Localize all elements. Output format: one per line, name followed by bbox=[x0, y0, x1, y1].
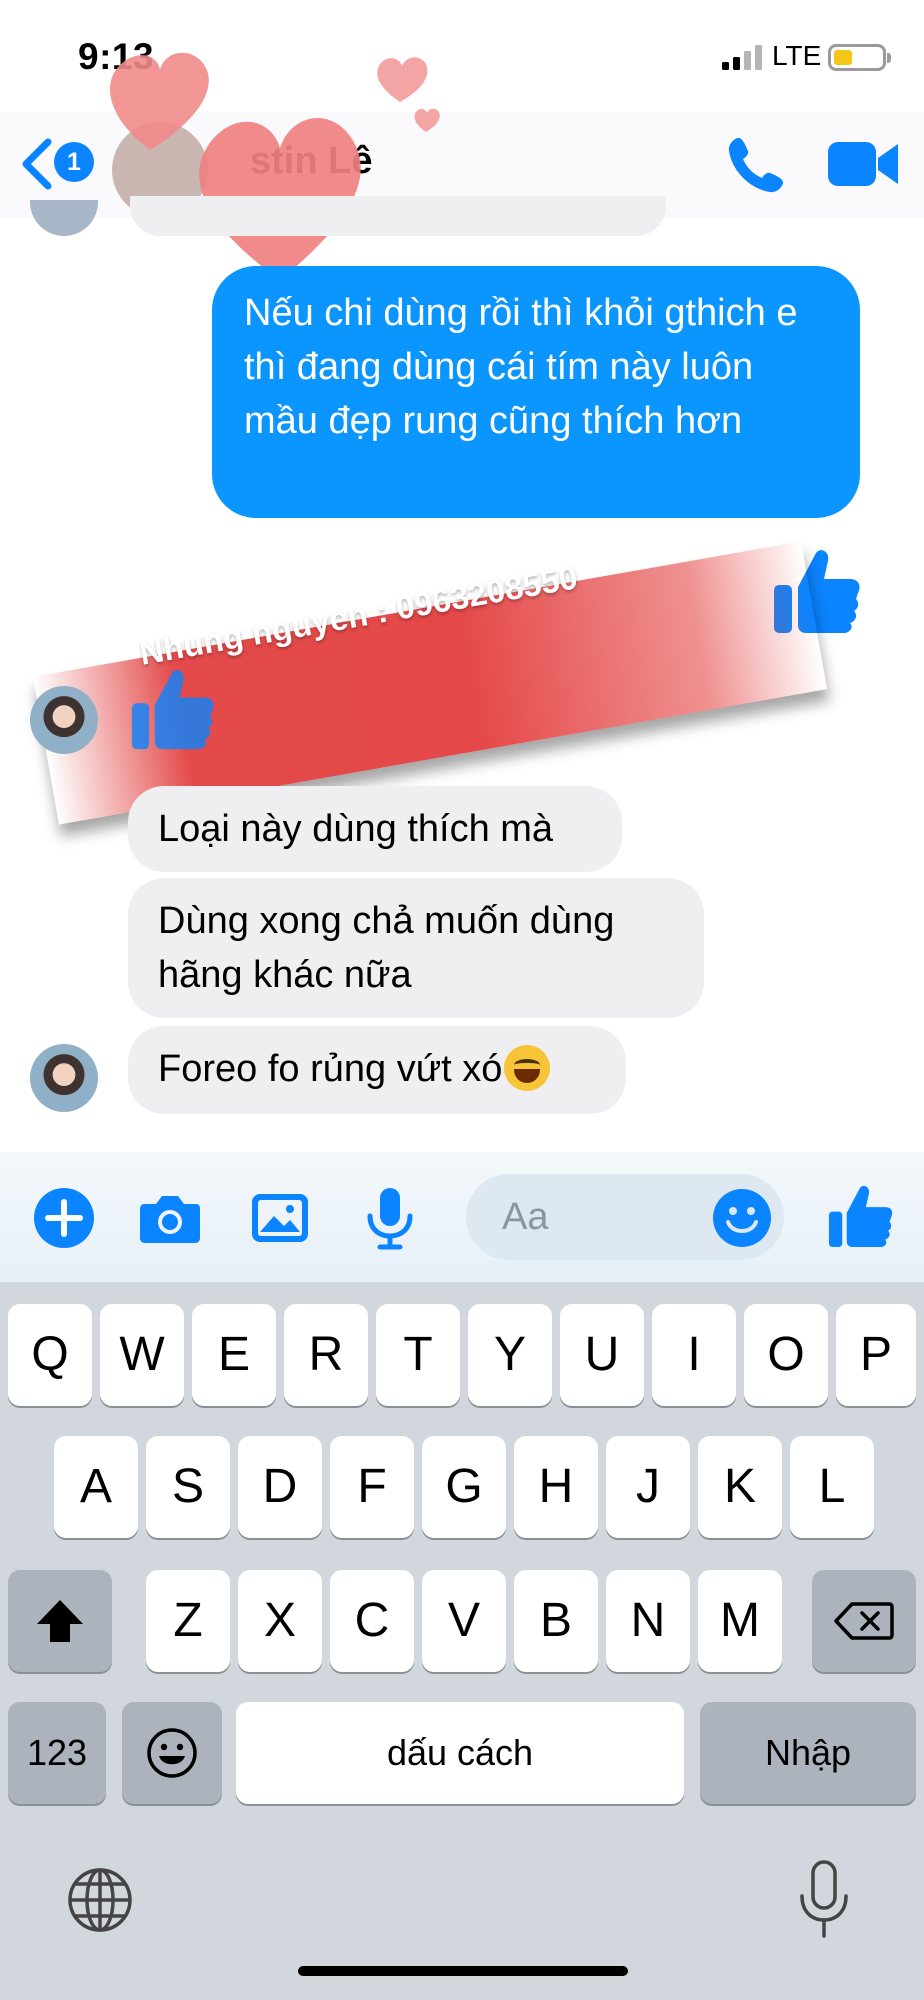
grinning-squinting-face-icon bbox=[504, 1044, 551, 1091]
globe-icon[interactable] bbox=[66, 1866, 134, 1934]
status-time: 9:13 bbox=[78, 36, 155, 77]
key-h[interactable]: H bbox=[514, 1436, 598, 1538]
emoji-icon bbox=[147, 1728, 197, 1778]
plus-icon[interactable] bbox=[32, 1186, 96, 1250]
home-indicator bbox=[298, 1966, 628, 1976]
message-bubble-incoming[interactable]: Loại này dùng thích mà bbox=[128, 786, 622, 872]
thumbs-up-icon[interactable] bbox=[826, 1182, 894, 1250]
key-c[interactable]: C bbox=[330, 1570, 414, 1672]
message-input-container[interactable] bbox=[466, 1174, 784, 1260]
dictation-microphone-icon[interactable] bbox=[796, 1860, 852, 1940]
unread-badge[interactable]: 1 bbox=[54, 142, 94, 182]
return-key[interactable]: Nhập bbox=[700, 1702, 916, 1804]
key-i[interactable]: I bbox=[652, 1304, 736, 1406]
network-type: LTE bbox=[772, 40, 822, 71]
key-e[interactable]: E bbox=[192, 1304, 276, 1406]
key-d[interactable]: D bbox=[238, 1436, 322, 1538]
key-p[interactable]: P bbox=[836, 1304, 916, 1406]
key-j[interactable]: J bbox=[606, 1436, 690, 1538]
photo-icon[interactable] bbox=[248, 1186, 312, 1250]
key-a[interactable]: A bbox=[54, 1436, 138, 1538]
delete-key[interactable] bbox=[812, 1570, 916, 1672]
key-s[interactable]: S bbox=[146, 1436, 230, 1538]
key-r[interactable]: R bbox=[284, 1304, 368, 1406]
key-b[interactable]: B bbox=[514, 1570, 598, 1672]
emoji-key[interactable] bbox=[122, 1702, 222, 1804]
key-x[interactable]: X bbox=[238, 1570, 322, 1672]
shift-key[interactable] bbox=[8, 1570, 112, 1672]
key-m[interactable]: M bbox=[698, 1570, 782, 1672]
key-k[interactable]: K bbox=[698, 1436, 782, 1538]
space-key[interactable]: dấu cách bbox=[236, 1702, 684, 1804]
message-bubble-outgoing[interactable]: Nếu chi dùng rồi thì khỏi gthich e thì đ… bbox=[212, 266, 860, 518]
contact-name[interactable]: stin Lê bbox=[250, 140, 372, 183]
phone-icon[interactable] bbox=[724, 134, 786, 196]
key-n[interactable]: N bbox=[606, 1570, 690, 1672]
message-text: Foreo fo rủng vứt xó bbox=[158, 1048, 503, 1090]
thumbs-up-icon bbox=[131, 670, 214, 750]
shift-icon bbox=[37, 1600, 83, 1642]
avatar bbox=[30, 200, 98, 236]
video-camera-icon[interactable] bbox=[826, 136, 900, 192]
key-u[interactable]: U bbox=[560, 1304, 644, 1406]
key-t[interactable]: T bbox=[376, 1304, 460, 1406]
key-f[interactable]: F bbox=[330, 1436, 414, 1538]
key-w[interactable]: W bbox=[100, 1304, 184, 1406]
camera-icon[interactable] bbox=[138, 1186, 202, 1250]
status-bar: 9:13 LTE bbox=[0, 0, 924, 112]
battery-icon bbox=[828, 44, 891, 71]
key-y[interactable]: Y bbox=[468, 1304, 552, 1406]
message-composer bbox=[0, 1152, 924, 1282]
message-bubble-incoming[interactable] bbox=[130, 196, 666, 236]
key-l[interactable]: L bbox=[790, 1436, 874, 1538]
avatar[interactable] bbox=[30, 1044, 98, 1112]
backspace-icon bbox=[834, 1602, 894, 1640]
key-g[interactable]: G bbox=[422, 1436, 506, 1538]
message-input[interactable] bbox=[502, 1174, 702, 1260]
microphone-icon[interactable] bbox=[358, 1186, 422, 1250]
key-q[interactable]: Q bbox=[8, 1304, 92, 1406]
numbers-key[interactable]: 123 bbox=[8, 1702, 106, 1804]
message-bubble-incoming[interactable]: Foreo fo rủng vứt xó bbox=[128, 1026, 626, 1114]
signal-icon bbox=[722, 45, 762, 70]
message-bubble-incoming[interactable]: Dùng xong chả muốn dùng hãng khác nữa bbox=[128, 878, 704, 1018]
key-v[interactable]: V bbox=[422, 1570, 506, 1672]
emoji-icon[interactable] bbox=[712, 1188, 772, 1248]
avatar[interactable] bbox=[30, 686, 98, 754]
key-o[interactable]: O bbox=[744, 1304, 828, 1406]
key-z[interactable]: Z bbox=[146, 1570, 230, 1672]
